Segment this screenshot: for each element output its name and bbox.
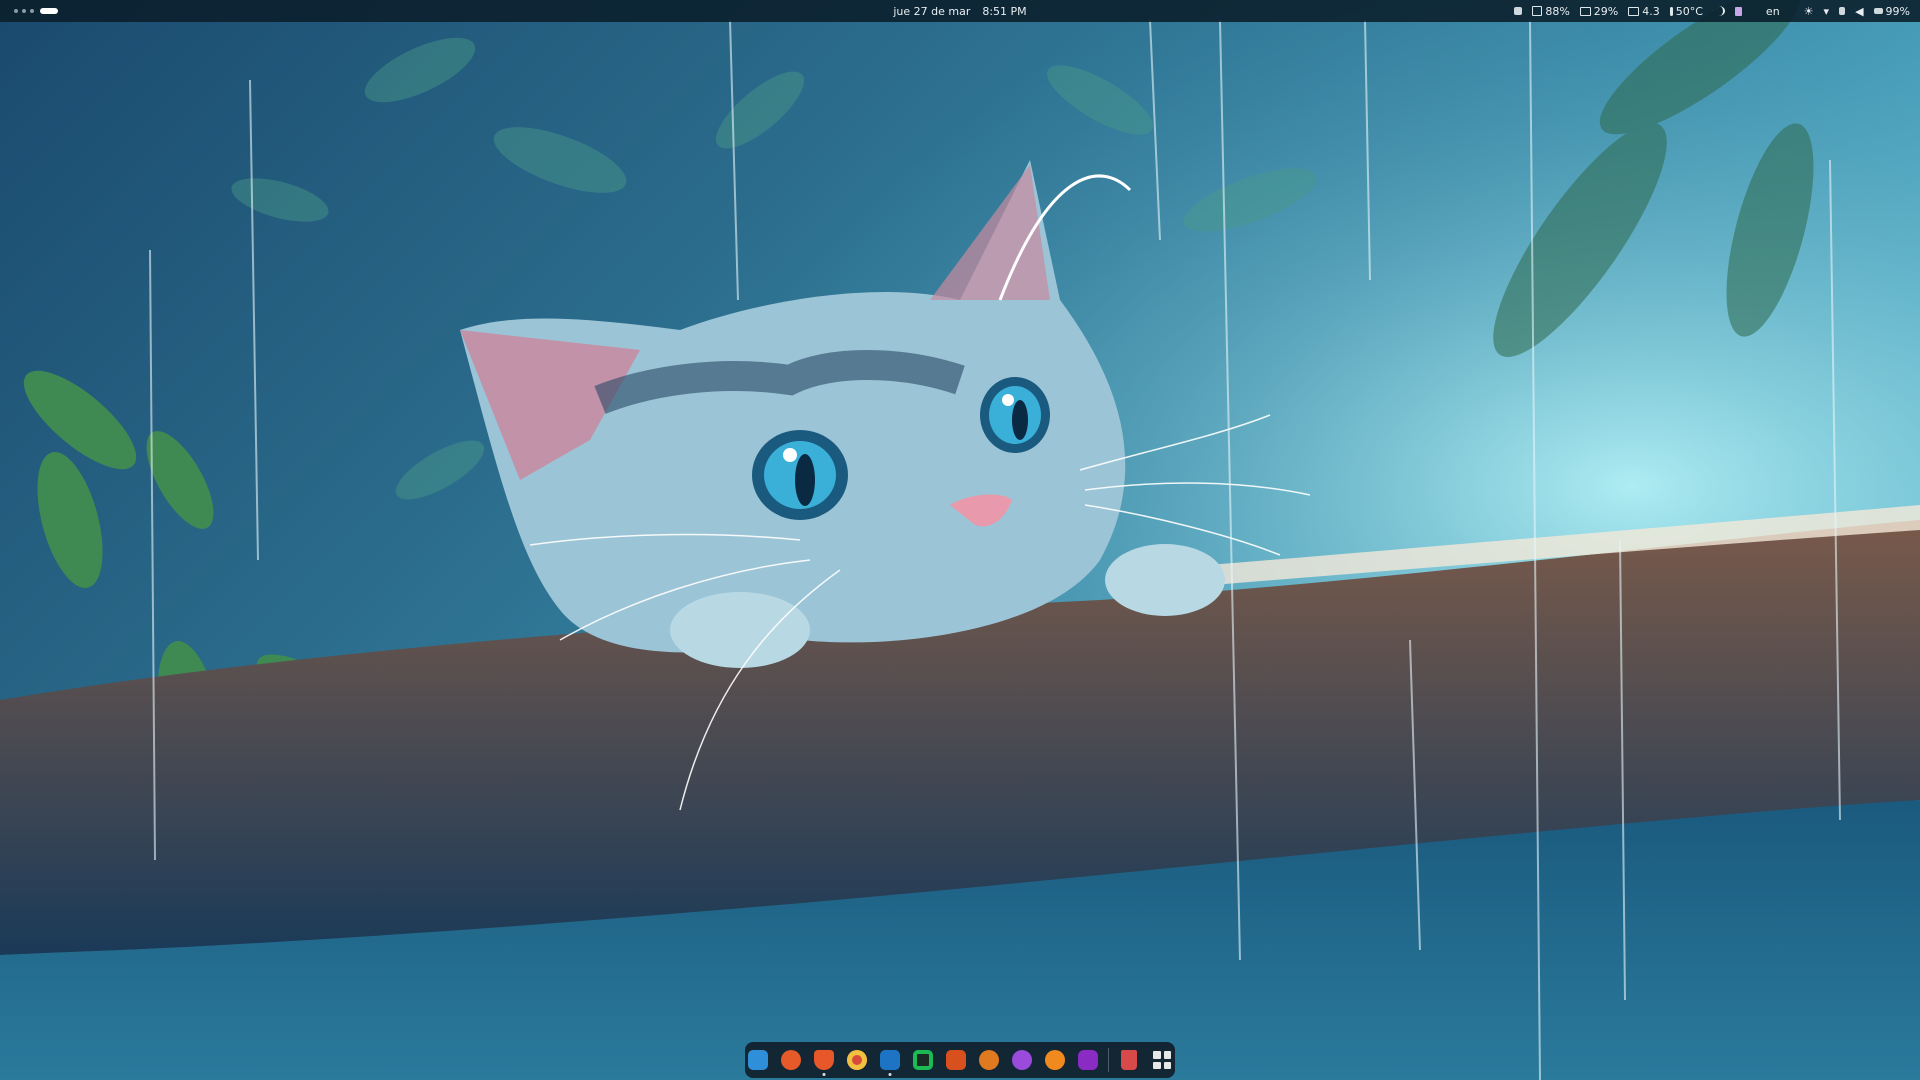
thermometer-icon: [1669, 6, 1673, 16]
dock-spotify[interactable]: [910, 1047, 936, 1073]
dock-trash[interactable]: [1116, 1047, 1142, 1073]
dock-files[interactable]: [745, 1047, 771, 1073]
dock: [745, 1042, 1175, 1078]
cpu-value: 88%: [1545, 4, 1570, 18]
volume-icon[interactable]: ◀: [1855, 5, 1863, 18]
chrome-icon: [847, 1050, 867, 1070]
brave-icon: [814, 1050, 834, 1070]
wallpaper-image: [0, 0, 1920, 1080]
dock-settings[interactable]: [976, 1047, 1002, 1073]
memory-value: 29%: [1593, 4, 1619, 18]
terminal-icon: [946, 1050, 966, 1070]
workspace-indicator[interactable]: [14, 0, 58, 22]
bluetooth-icon[interactable]: [1839, 7, 1846, 15]
spotify-icon: [913, 1050, 933, 1070]
clock-date[interactable]: jue 27 de mar: [893, 5, 970, 18]
cpu-icon: [1532, 6, 1543, 16]
workspace-dot[interactable]: [22, 9, 26, 13]
show-apps-button[interactable]: [1149, 1047, 1175, 1073]
dock-chrome[interactable]: [844, 1047, 870, 1073]
blender-icon: [1045, 1050, 1065, 1070]
cpu-stat[interactable]: 88%: [1532, 4, 1570, 18]
obs-icon: [1012, 1050, 1032, 1070]
gear-icon: [979, 1050, 999, 1070]
clock-time[interactable]: 8:51 PM: [982, 5, 1026, 18]
night-light-icon[interactable]: [1713, 6, 1725, 16]
temperature-value: 50°C: [1675, 4, 1703, 18]
trash-icon: [1121, 1050, 1137, 1070]
temperature-stat[interactable]: 50°C: [1669, 4, 1703, 18]
dock-firefox[interactable]: [778, 1047, 804, 1073]
dock-blender[interactable]: [1042, 1047, 1068, 1073]
dock-terminal[interactable]: [943, 1047, 969, 1073]
battery-value: 99%: [1885, 4, 1910, 18]
wifi-icon[interactable]: ▾: [1824, 5, 1830, 18]
running-indicator: [822, 1073, 826, 1076]
load-value: 4.3: [1642, 4, 1660, 18]
memory-icon: [1579, 6, 1591, 16]
memory-stat[interactable]: 29%: [1579, 4, 1619, 18]
folder-icon: [748, 1050, 768, 1070]
app-grid-icon: [1153, 1051, 1171, 1069]
running-indicator: [888, 1073, 892, 1076]
krita-icon: [1078, 1050, 1098, 1070]
keyboard-language[interactable]: en: [1766, 5, 1780, 18]
vscode-icon: [880, 1050, 900, 1070]
firefox-icon: [781, 1050, 801, 1070]
monitor-icon: [1628, 6, 1640, 16]
screenshot-icon[interactable]: [1514, 7, 1523, 15]
dock-separator: [1108, 1048, 1109, 1072]
dock-krita[interactable]: [1075, 1047, 1101, 1073]
desktop: jue 27 de mar 8:51 PM 88% 29% 4.3 50°C e…: [0, 0, 1920, 1080]
battery-icon: [1873, 8, 1883, 14]
workspace-active[interactable]: [40, 8, 58, 14]
system-tray: 88% 29% 4.3 50°C en ☀ ▾ ◀ 99%: [1514, 0, 1910, 22]
battery-stat[interactable]: 99%: [1873, 4, 1910, 18]
clipboard-icon[interactable]: [1734, 6, 1742, 16]
dock-vscode[interactable]: [877, 1047, 903, 1076]
brightness-icon[interactable]: ☀: [1804, 5, 1814, 18]
workspace-dot[interactable]: [30, 9, 34, 13]
top-bar: jue 27 de mar 8:51 PM 88% 29% 4.3 50°C e…: [0, 0, 1920, 22]
dock-brave[interactable]: [811, 1047, 837, 1076]
workspace-dot[interactable]: [14, 9, 18, 13]
load-stat[interactable]: 4.3: [1628, 5, 1660, 18]
dock-obs[interactable]: [1009, 1047, 1035, 1073]
